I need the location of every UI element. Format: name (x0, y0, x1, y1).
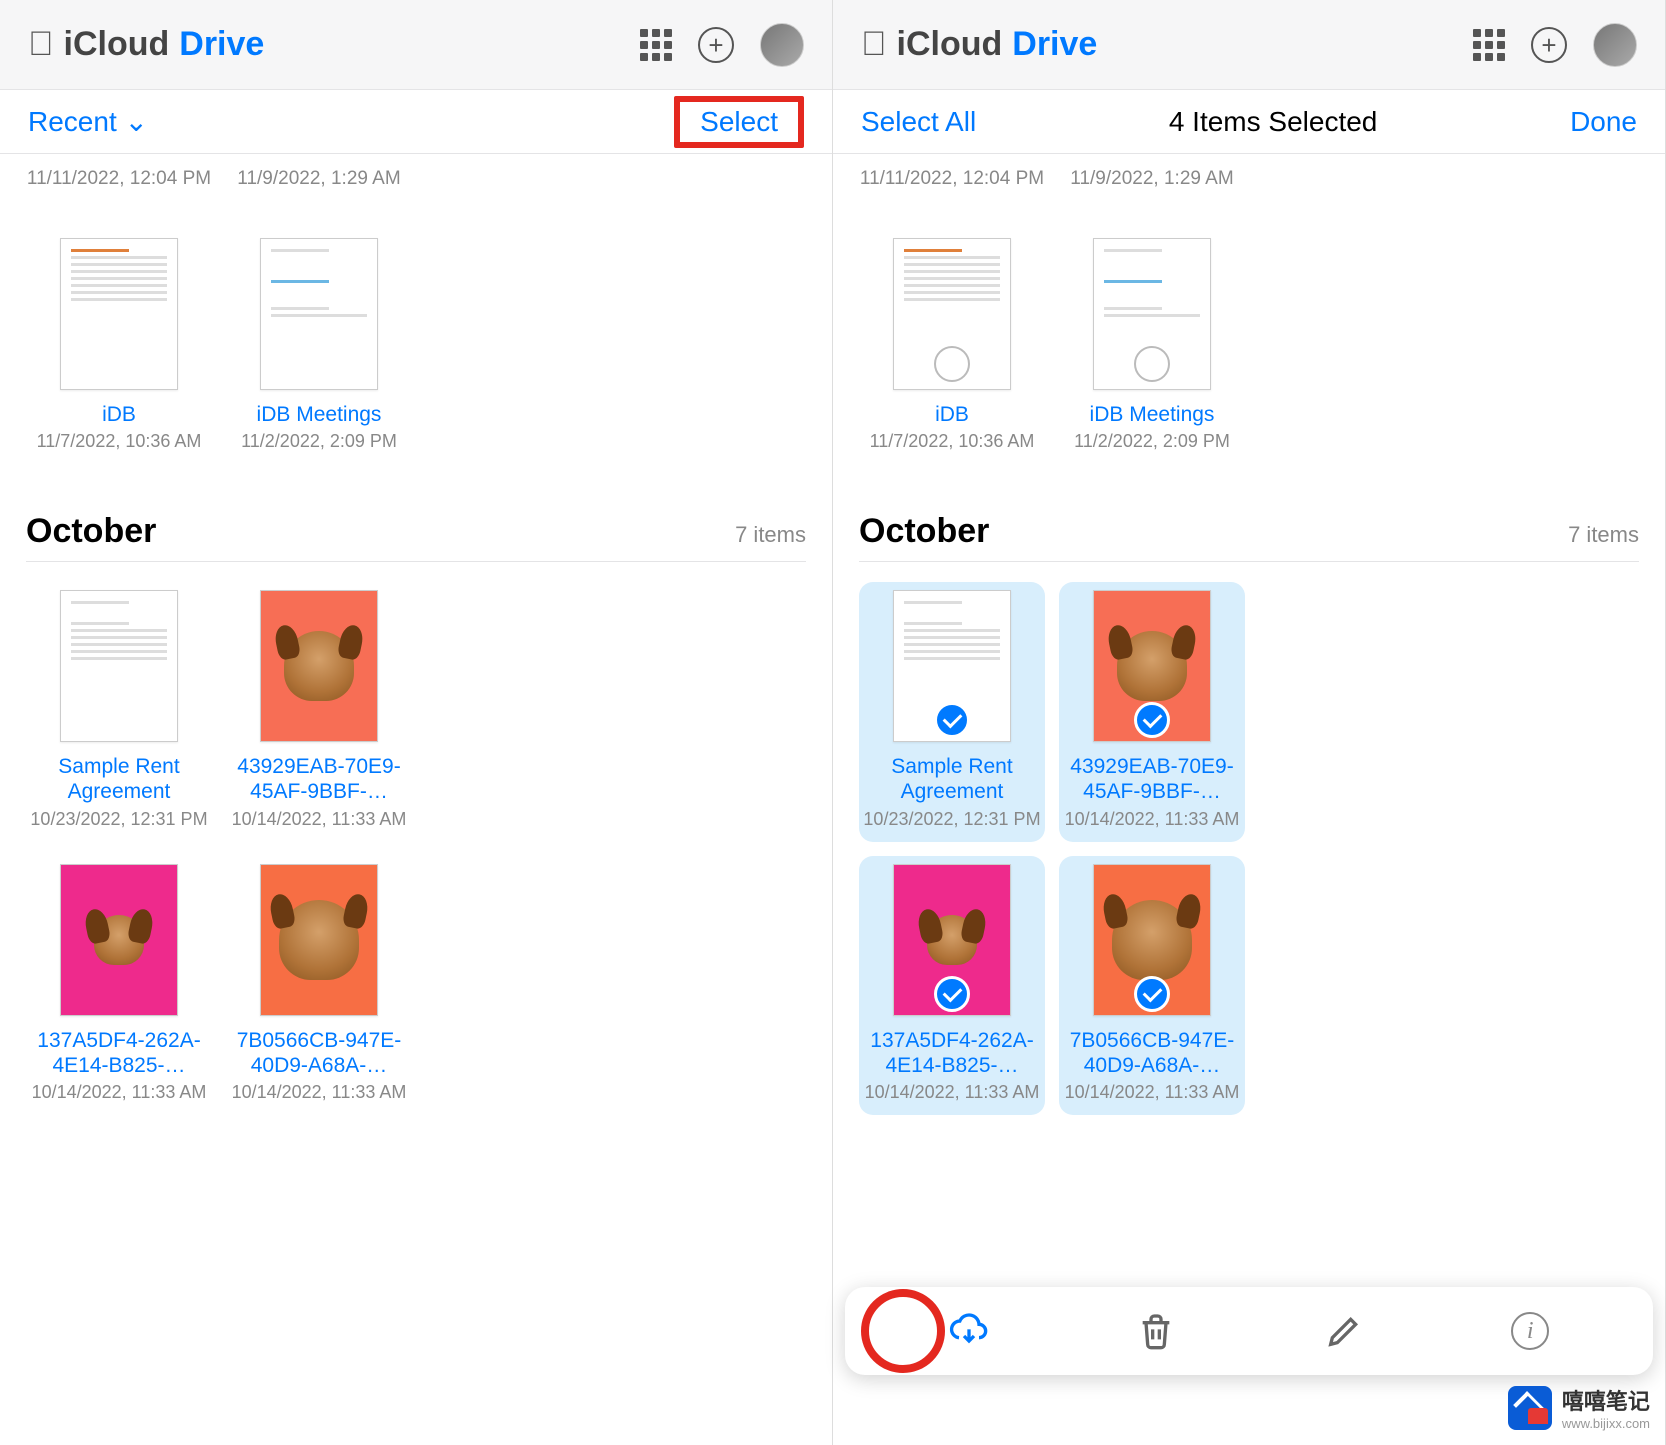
file-date-stub: 11/11/2022, 12:04 PM (859, 154, 1045, 190)
doc-thumb-icon (260, 238, 378, 390)
avatar[interactable] (1593, 23, 1637, 67)
section-count: 7 items (735, 522, 806, 548)
checkmark-icon[interactable] (934, 702, 970, 738)
trash-icon[interactable] (1136, 1311, 1176, 1351)
subheader: Select All 4 Items Selected Done (833, 90, 1665, 154)
file-date: 10/23/2022, 12:31 PM (30, 809, 208, 830)
file-tile[interactable]: Sample Rent Agreement 10/23/2022, 12:31 … (859, 582, 1045, 841)
file-name: Sample Rent Agreement (30, 754, 208, 804)
doc-thumb-icon (60, 238, 178, 390)
file-date: 11/2/2022, 2:09 PM (230, 431, 408, 452)
file-name: 137A5DF4-262A-4E14-B825-… (863, 1028, 1041, 1078)
file-date: 10/14/2022, 11:33 AM (1063, 809, 1241, 830)
file-date: 10/14/2022, 11:33 AM (1063, 1082, 1241, 1103)
photo-thumb-icon (60, 864, 178, 1016)
section-title: October (26, 512, 735, 551)
file-date: 10/23/2022, 12:31 PM (863, 809, 1041, 830)
download-icon[interactable] (949, 1311, 989, 1351)
checkmark-icon[interactable] (1134, 702, 1170, 738)
file-name: iDB Meetings (230, 402, 408, 427)
add-icon[interactable]: + (1531, 27, 1567, 63)
checkmark-icon[interactable] (1134, 976, 1170, 1012)
title-drive[interactable]: Drive (1012, 25, 1097, 64)
left-pane:  iCloud Drive + Recent ⌄ Select 11/11/2… (0, 0, 833, 1445)
file-tile[interactable]: iDB 11/7/2022, 10:36 AM (859, 230, 1045, 464)
file-date: 11/7/2022, 10:36 AM (30, 431, 208, 452)
file-tile[interactable]: 137A5DF4-262A-4E14-B825-… 10/14/2022, 11… (26, 856, 212, 1115)
file-name: 43929EAB-70E9-45AF-9BBF-… (230, 754, 408, 804)
action-bar: i (845, 1287, 1653, 1375)
file-tile[interactable]: 7B0566CB-947E-40D9-A68A-… 10/14/2022, 11… (1059, 856, 1245, 1115)
file-tile[interactable]: iDB Meetings 11/2/2022, 2:09 PM (226, 230, 412, 464)
file-tile[interactable]: 7B0566CB-947E-40D9-A68A-… 10/14/2022, 11… (226, 856, 412, 1115)
header:  iCloud Drive + (0, 0, 832, 90)
apps-grid-icon[interactable] (640, 29, 672, 61)
file-date-stub: 11/9/2022, 1:29 AM (226, 154, 412, 190)
checkmark-icon[interactable] (934, 976, 970, 1012)
highlight-circle (861, 1289, 945, 1373)
unselected-circle-icon[interactable] (1134, 346, 1170, 382)
section-header: October 7 items (859, 512, 1639, 562)
file-date: 10/14/2022, 11:33 AM (230, 1082, 408, 1103)
file-name: 7B0566CB-947E-40D9-A68A-… (230, 1028, 408, 1078)
watermark-logo-icon (1508, 1386, 1552, 1430)
file-name: Sample Rent Agreement (863, 754, 1041, 804)
file-date: 10/14/2022, 11:33 AM (230, 809, 408, 830)
done-button[interactable]: Done (1570, 106, 1637, 138)
file-tile[interactable]: iDB 11/7/2022, 10:36 AM (26, 230, 212, 464)
apple-logo-icon:  (28, 25, 54, 64)
file-tile[interactable]: 43929EAB-70E9-45AF-9BBF-… 10/14/2022, 11… (1059, 582, 1245, 841)
file-tile[interactable]: 43929EAB-70E9-45AF-9BBF-… 10/14/2022, 11… (226, 582, 412, 841)
file-name: 43929EAB-70E9-45AF-9BBF-… (1063, 754, 1241, 804)
edit-icon[interactable] (1324, 1311, 1364, 1351)
chevron-down-icon: ⌄ (125, 106, 148, 137)
file-tile[interactable]: 137A5DF4-262A-4E14-B825-… 10/14/2022, 11… (859, 856, 1045, 1115)
unselected-circle-icon[interactable] (934, 346, 970, 382)
right-pane:  iCloud Drive + Select All 4 Items Sele… (833, 0, 1666, 1445)
section-title: October (859, 512, 1568, 551)
header:  iCloud Drive + (833, 0, 1665, 90)
file-name: iDB (30, 402, 208, 427)
section-header: October 7 items (26, 512, 806, 562)
title-icloud: iCloud (64, 25, 170, 64)
app-title: iCloud Drive (897, 25, 1474, 64)
title-drive[interactable]: Drive (179, 25, 264, 64)
recent-dropdown[interactable]: Recent ⌄ (28, 105, 148, 138)
file-date: 10/14/2022, 11:33 AM (863, 1082, 1041, 1103)
file-name: 7B0566CB-947E-40D9-A68A-… (1063, 1028, 1241, 1078)
file-name: 137A5DF4-262A-4E14-B825-… (30, 1028, 208, 1078)
file-date: 11/2/2022, 2:09 PM (1063, 431, 1241, 452)
file-date: 10/14/2022, 11:33 AM (30, 1082, 208, 1103)
photo-thumb-icon (260, 590, 378, 742)
file-date-stub: 11/11/2022, 12:04 PM (26, 154, 212, 190)
selection-count: 4 Items Selected (976, 106, 1570, 138)
watermark-title: 嘻嘻笔记 (1562, 1384, 1650, 1416)
watermark-url: www.bijixx.com (1562, 1416, 1650, 1431)
subheader: Recent ⌄ Select (0, 90, 832, 154)
file-name: iDB (863, 402, 1041, 427)
select-button[interactable]: Select (674, 96, 804, 148)
photo-thumb-icon (260, 864, 378, 1016)
doc-thumb-icon (60, 590, 178, 742)
info-icon[interactable]: i (1511, 1312, 1549, 1350)
file-date: 11/7/2022, 10:36 AM (863, 431, 1041, 452)
file-name: iDB Meetings (1063, 402, 1241, 427)
file-tile[interactable]: iDB Meetings 11/2/2022, 2:09 PM (1059, 230, 1245, 464)
apple-logo-icon:  (861, 25, 887, 64)
watermark: 嘻嘻笔记 www.bijixx.com (1508, 1384, 1650, 1431)
app-title: iCloud Drive (64, 25, 641, 64)
select-all-button[interactable]: Select All (861, 106, 976, 138)
section-count: 7 items (1568, 522, 1639, 548)
file-tile[interactable]: Sample Rent Agreement 10/23/2022, 12:31 … (26, 582, 212, 841)
avatar[interactable] (760, 23, 804, 67)
file-date-stub: 11/9/2022, 1:29 AM (1059, 154, 1245, 190)
apps-grid-icon[interactable] (1473, 29, 1505, 61)
title-icloud: iCloud (897, 25, 1003, 64)
add-icon[interactable]: + (698, 27, 734, 63)
